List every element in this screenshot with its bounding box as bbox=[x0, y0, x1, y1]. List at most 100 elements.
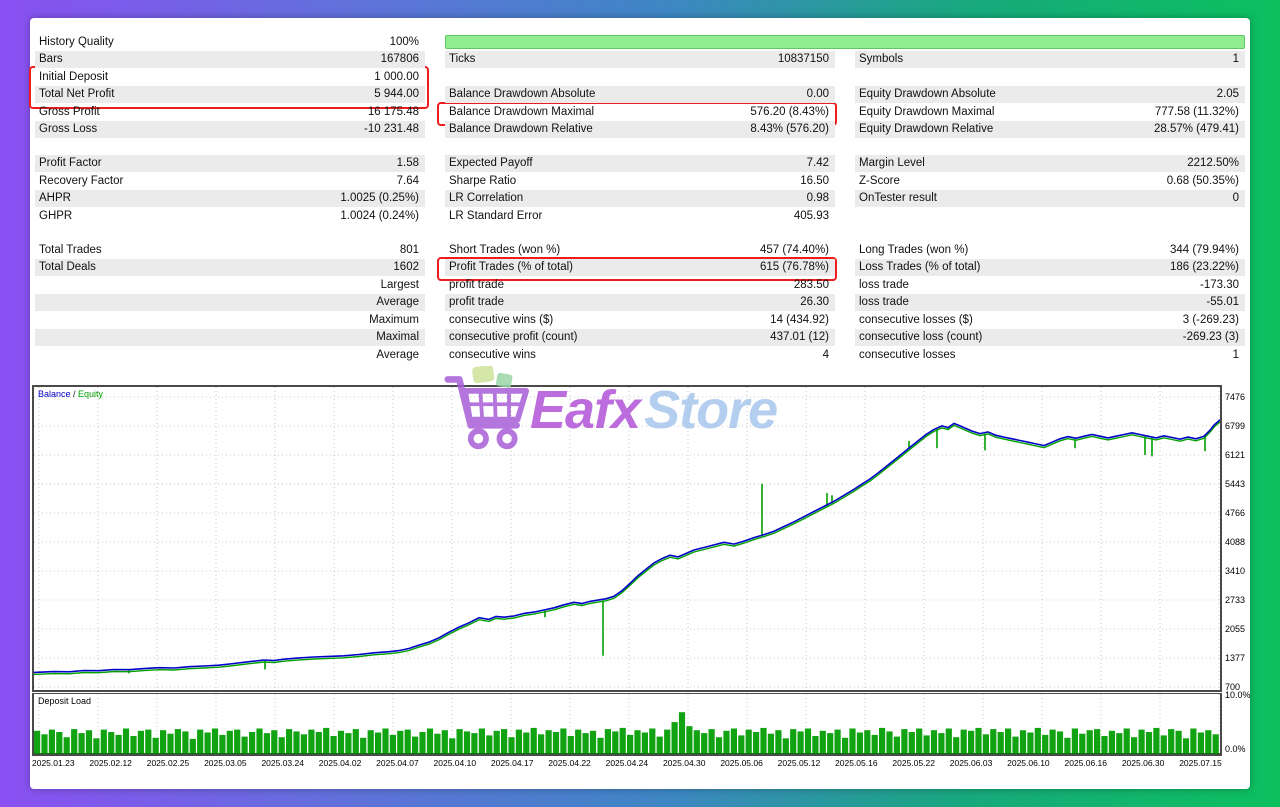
deposit-bottom-label: 0.0% bbox=[1225, 744, 1246, 754]
stat-value: 3 (-269.23) bbox=[1182, 313, 1239, 326]
date-label: 2025.04.17 bbox=[490, 758, 534, 768]
date-label: 2025.04.30 bbox=[662, 758, 706, 768]
stat-label: LR Standard Error bbox=[449, 209, 543, 222]
stat-label: GHPR bbox=[39, 209, 73, 222]
table-row: Profit Factor 1.58 Expected Payoff 7.42 Marg… bbox=[35, 154, 1245, 172]
stat-cell: Equity Drawdown Absolute 2.05 bbox=[855, 85, 1245, 103]
stat-cell: Recovery Factor 7.64 bbox=[35, 172, 425, 190]
stat-cell bbox=[855, 207, 1245, 225]
watermark-text-eafx: Eafx bbox=[530, 380, 641, 440]
row-gap bbox=[35, 225, 1245, 242]
stat-value: 801 bbox=[399, 243, 419, 256]
stat-value: 100% bbox=[389, 35, 419, 48]
stat-label: Short Trades (won %) bbox=[449, 243, 561, 256]
stat-value: 615 (76.78%) bbox=[759, 261, 829, 274]
y-axis-label: 4088 bbox=[1225, 537, 1246, 547]
stat-cell: Profit Trades (% of total) 615 (76.78%) bbox=[445, 258, 835, 276]
stat-value: 167806 bbox=[380, 53, 419, 66]
stat-cell: LR Standard Error 405.93 bbox=[445, 207, 835, 225]
table-row: Total Trades 801 Short Trades (won %) 457 (… bbox=[35, 241, 1245, 259]
history-quality-progress-bar bbox=[445, 35, 1245, 49]
table-row: Initial Deposit 1 000.00 bbox=[35, 68, 1245, 86]
table-row: History Quality 100% bbox=[35, 33, 1245, 51]
date-axis: 2025.01.23 2025.02.12 2025.02.25 2025.03.05… bbox=[32, 758, 1222, 768]
stat-label: Profit Factor bbox=[39, 157, 102, 170]
stat-value: 16.50 bbox=[800, 174, 829, 187]
stat-value: 7.64 bbox=[396, 174, 419, 187]
stat-cell bbox=[855, 68, 1245, 86]
table-row: Total Net Profit 5 944.00 Balance Drawdown… bbox=[35, 85, 1245, 103]
stat-label: Balance Drawdown Relative bbox=[449, 123, 593, 136]
stat-value: 283.50 bbox=[793, 278, 829, 291]
stat-value: Average bbox=[376, 348, 419, 361]
stat-cell: loss trade -55.01 bbox=[855, 293, 1245, 311]
deposit-axis-labels: 10.0% 0.0% bbox=[1222, 690, 1251, 755]
stat-value: 576.20 (8.43%) bbox=[750, 105, 829, 118]
stat-cell: AHPR 1.0025 (0.25%) bbox=[35, 189, 425, 207]
date-label: 2025.04.07 bbox=[376, 758, 419, 768]
stat-value: -173.30 bbox=[1199, 278, 1239, 291]
stat-label: Symbols bbox=[859, 53, 904, 66]
stat-value: Largest bbox=[380, 278, 419, 291]
stat-value: 0 bbox=[1232, 192, 1239, 205]
stat-value: 457 (74.40%) bbox=[759, 243, 829, 256]
stat-cell: Bars 167806 bbox=[35, 50, 425, 68]
stat-cell: History Quality 100% bbox=[35, 33, 425, 51]
date-label: 2025.05.16 bbox=[835, 758, 878, 768]
stat-value: 1 000.00 bbox=[374, 70, 419, 83]
date-label: 2025.05.06 bbox=[720, 758, 763, 768]
stat-label: Total Deals bbox=[39, 261, 96, 274]
stat-cell: profit trade 26.30 bbox=[445, 293, 835, 311]
table-row: Largest profit trade 283.50 loss trade -173.… bbox=[35, 276, 1245, 294]
stat-cell: consecutive profit (count) 437.01 (12) bbox=[445, 328, 835, 346]
stat-label: consecutive losses bbox=[859, 348, 956, 361]
stat-value: -269.23 (3) bbox=[1182, 331, 1239, 344]
stat-value: 344 (79.94%) bbox=[1169, 243, 1239, 256]
stat-cell: Sharpe Ratio 16.50 bbox=[445, 172, 835, 190]
table-row: Maximal consecutive profit (count) 437.01 … bbox=[35, 328, 1245, 346]
stat-label: Total Net Profit bbox=[39, 88, 115, 101]
stat-cell: consecutive wins 4 bbox=[445, 346, 835, 364]
stat-cell bbox=[445, 68, 835, 86]
stat-cell: Profit Factor 1.58 bbox=[35, 154, 425, 172]
stat-label: Ticks bbox=[449, 53, 476, 66]
stat-cell: profit trade 283.50 bbox=[445, 276, 835, 294]
stat-label: Recovery Factor bbox=[39, 174, 124, 187]
stat-value: 1602 bbox=[393, 261, 419, 274]
stat-label: loss trade bbox=[859, 278, 909, 291]
stat-label: consecutive loss (count) bbox=[859, 331, 983, 344]
date-label: 2025.04.24 bbox=[605, 758, 649, 768]
stat-cell: Loss Trades (% of total) 186 (23.22%) bbox=[855, 258, 1245, 276]
y-axis-labels: 7476 6799 6121 5443 4766 4088 3410 2733 2055 1377… bbox=[1222, 385, 1248, 692]
watermark: Eafx Store bbox=[444, 366, 778, 454]
stat-value: 7.42 bbox=[806, 157, 829, 170]
y-axis-label: 5443 bbox=[1225, 479, 1246, 489]
stat-value: 1.0024 (0.24%) bbox=[340, 209, 419, 222]
stat-label: Gross Profit bbox=[39, 105, 100, 118]
table-row: Recovery Factor 7.64 Sharpe Ratio 16.50 Z-Sc… bbox=[35, 172, 1245, 190]
stat-label: Balance Drawdown Absolute bbox=[449, 88, 596, 101]
table-row: Average consecutive wins 4 consecutive loss… bbox=[35, 346, 1245, 364]
stat-cell: Margin Level 2212.50% bbox=[855, 154, 1245, 172]
stat-value: 8.43% (576.20) bbox=[750, 123, 829, 136]
stat-value: 0.98 bbox=[806, 192, 829, 205]
y-axis-label: 1377 bbox=[1225, 653, 1246, 664]
stat-label: Sharpe Ratio bbox=[449, 174, 517, 187]
stat-cell: Long Trades (won %) 344 (79.94%) bbox=[855, 241, 1245, 259]
stat-value: 14 (434.92) bbox=[770, 313, 829, 326]
stat-cell: Gross Profit 16 175.48 bbox=[35, 103, 425, 121]
deposit-load-pane: Deposit Load bbox=[32, 693, 1222, 756]
date-label: 2025.03.05 bbox=[204, 758, 247, 768]
table-row: Total Deals 1602 Profit Trades (% of total… bbox=[35, 258, 1245, 276]
stat-value: 4 bbox=[822, 348, 829, 361]
stat-cell: consecutive loss (count) -269.23 (3) bbox=[855, 328, 1245, 346]
deposit-top-label: 10.0% bbox=[1225, 690, 1251, 700]
stat-label: OnTester result bbox=[859, 192, 937, 205]
stat-cell: consecutive losses 1 bbox=[855, 346, 1245, 364]
stat-label: Expected Payoff bbox=[449, 157, 533, 170]
stat-label: Loss Trades (% of total) bbox=[859, 261, 981, 274]
date-label: 2025.06.03 bbox=[949, 758, 993, 768]
stat-label: profit trade bbox=[449, 278, 504, 291]
stat-label: Equity Drawdown Maximal bbox=[859, 105, 995, 118]
date-label: 2025.02.12 bbox=[89, 758, 132, 768]
